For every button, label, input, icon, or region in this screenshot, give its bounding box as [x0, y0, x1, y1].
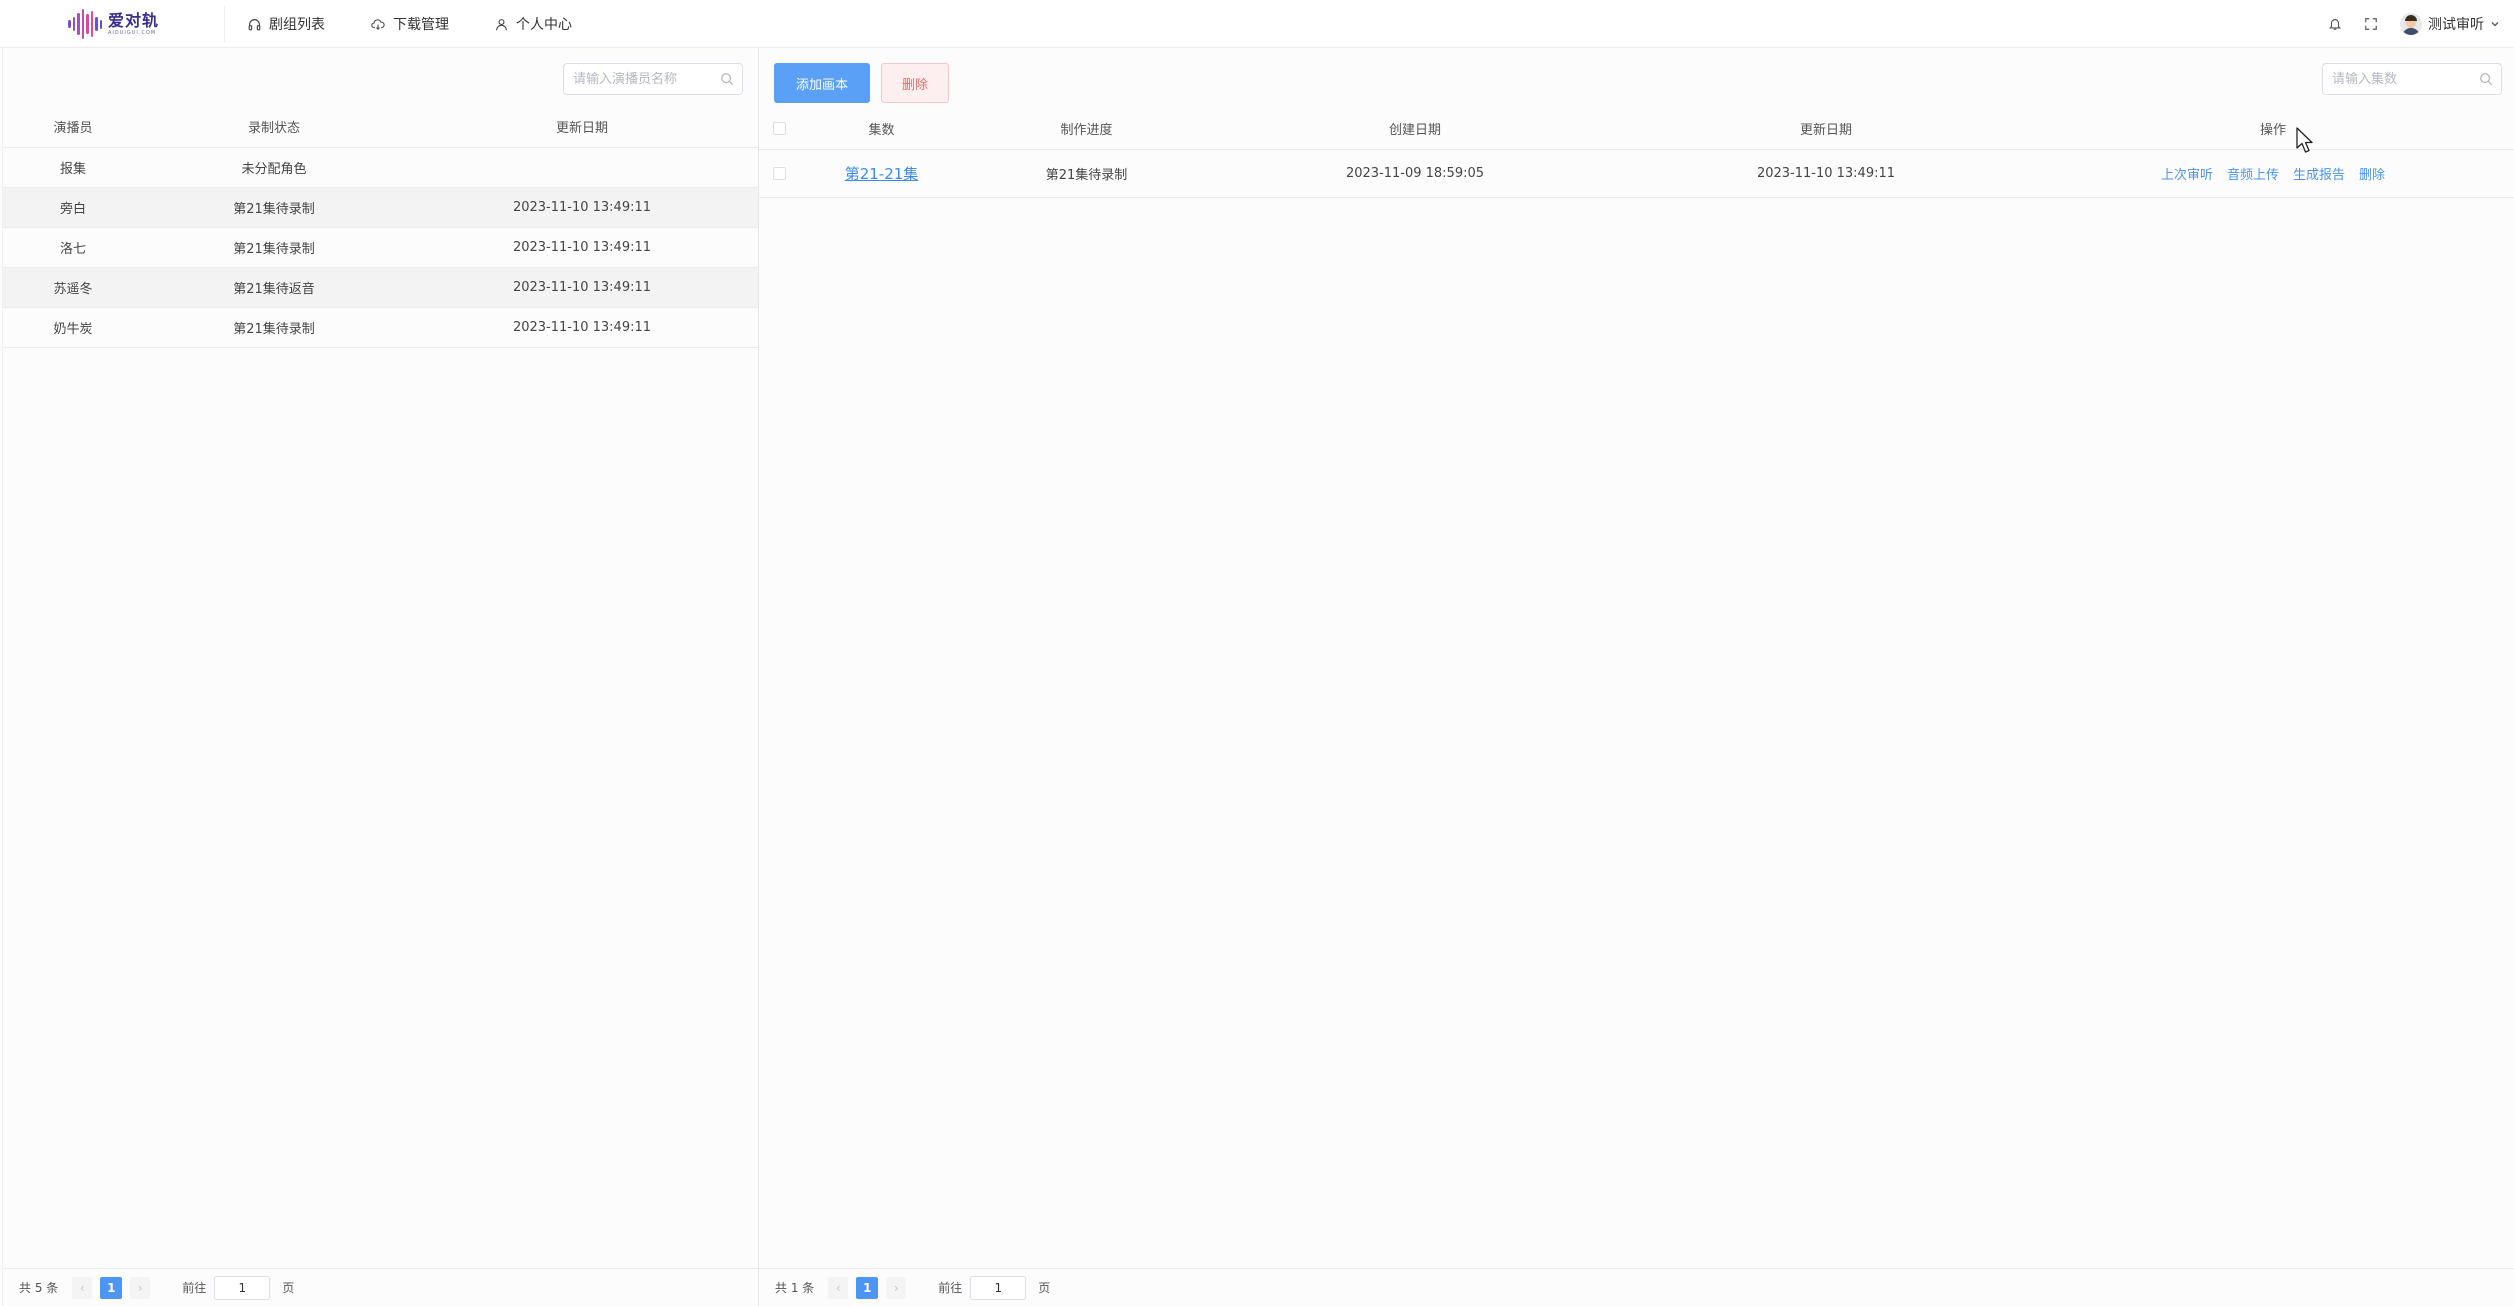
record-status: 第21集待录制 — [143, 227, 405, 268]
generate-report-link[interactable]: 生成报告 — [2293, 168, 2345, 183]
audio-upload-link[interactable]: 音频上传 — [2227, 168, 2279, 183]
logo-waveform-icon — [68, 6, 102, 42]
performer-name: 苏遥冬 — [3, 267, 143, 308]
pager-goto-label: 前往 — [182, 1281, 207, 1295]
updated-date: 2023-11-10 13:49:11 — [1621, 149, 2031, 198]
pager-total: 共 1 条 — [775, 1281, 815, 1295]
user-name: 测试审听 — [2428, 17, 2484, 33]
table-row[interactable]: 旁白 第21集待录制 2023-11-10 13:49:11 — [3, 187, 759, 228]
update-date: 2023-11-10 13:49:11 — [405, 307, 759, 348]
pager-page-unit: 页 — [282, 1281, 295, 1295]
pager-goto-input[interactable] — [970, 1275, 1027, 1300]
next-page-icon[interactable]: › — [130, 1276, 151, 1299]
prev-page-icon[interactable]: ‹ — [828, 1276, 849, 1299]
last-review-link[interactable]: 上次审听 — [2161, 168, 2213, 183]
top-header: 爱对轨 AIDUIGUI.COM 剧组列表 下载管理 个人中心 测试审听 — [0, 0, 2514, 48]
pager-goto-label: 前往 — [938, 1281, 963, 1295]
pager-page-current[interactable]: 1 — [856, 1276, 879, 1299]
prev-page-icon[interactable]: ‹ — [72, 1276, 93, 1299]
logo-name: 爱对轨 — [108, 10, 160, 30]
update-date: 2023-11-10 13:49:11 — [405, 187, 759, 228]
chevron-down-icon — [2491, 22, 2499, 27]
record-status: 第21集待返音 — [143, 267, 405, 308]
pager-goto-input[interactable] — [214, 1275, 271, 1300]
record-status: 第21集待录制 — [143, 187, 405, 228]
delete-button[interactable]: 删除 — [881, 63, 949, 103]
record-status: 第21集待录制 — [143, 307, 405, 348]
cloud-download-icon — [371, 18, 385, 30]
episode-link[interactable]: 第21-21集 — [845, 165, 919, 183]
mouse-cursor-icon — [2296, 127, 2313, 153]
update-date: 2023-11-10 13:49:11 — [405, 227, 759, 268]
logo-subtitle: AIDUIGUI.COM — [108, 29, 157, 36]
table-header-row: 演播员 录制状态 更新日期 — [3, 107, 759, 148]
select-all-checkbox[interactable] — [759, 108, 799, 150]
headphones-icon — [248, 18, 261, 30]
user-icon — [496, 18, 507, 30]
episode-table: 集数 制作进度 创建日期 更新日期 操作 第21-21集 第21集待录制 202… — [759, 108, 2514, 198]
performer-table: 演播员 录制状态 更新日期 报集 未分配角色 旁白 第21集待录制 2023-1… — [3, 107, 759, 348]
column-header[interactable]: 更新日期 — [405, 107, 759, 148]
table-row[interactable]: 第21-21集 第21集待录制 2023-11-09 18:59:05 2023… — [759, 149, 2514, 198]
column-header[interactable]: 更新日期 — [1621, 108, 2031, 150]
user-menu[interactable]: 测试审听 — [2400, 13, 2500, 35]
episode-panel: 添加画本 删除 集数 制作进度 创建日期 更新日期 操作 第21-21集 第21… — [758, 48, 2514, 1306]
row-actions: 上次审听 音频上传 生成报告 删除 — [2031, 149, 2514, 198]
performer-search-input[interactable] — [564, 64, 742, 94]
fullscreen-icon[interactable] — [2364, 17, 2378, 31]
row-checkbox[interactable] — [759, 149, 799, 198]
performer-name: 洛七 — [3, 227, 143, 268]
episode-pagination: 共 1 条 ‹ 1 › 前往 页 — [759, 1268, 2514, 1306]
pager-page-unit: 页 — [1038, 1281, 1051, 1295]
delete-row-link[interactable]: 删除 — [2359, 168, 2385, 183]
production-progress: 第21集待录制 — [964, 149, 1209, 198]
search-icon[interactable] — [2479, 72, 2493, 86]
bell-icon[interactable] — [2328, 17, 2342, 31]
created-date: 2023-11-09 18:59:05 — [1209, 149, 1621, 198]
record-status: 未分配角色 — [143, 147, 405, 188]
episode-search[interactable] — [2322, 63, 2502, 95]
table-row[interactable]: 报集 未分配角色 — [3, 147, 759, 188]
pager-total: 共 5 条 — [19, 1281, 59, 1295]
table-header-row: 集数 制作进度 创建日期 更新日期 操作 — [759, 108, 2514, 150]
update-date: 2023-11-10 13:49:11 — [405, 267, 759, 308]
update-date — [405, 147, 759, 188]
main-nav: 剧组列表 下载管理 个人中心 — [248, 0, 618, 48]
performer-name: 奶牛炭 — [3, 307, 143, 348]
episode-search-input[interactable] — [2323, 64, 2501, 94]
nav-label: 个人中心 — [516, 17, 572, 33]
column-header[interactable]: 录制状态 — [143, 107, 405, 148]
app-logo[interactable]: 爱对轨 AIDUIGUI.COM — [60, 6, 225, 42]
header-actions: 测试审听 — [2328, 0, 2500, 48]
table-row[interactable]: 苏遥冬 第21集待返音 2023-11-10 13:49:11 — [3, 267, 759, 308]
nav-item-download-manager[interactable]: 下载管理 — [371, 14, 449, 34]
search-icon[interactable] — [720, 72, 734, 86]
nav-item-crew-list[interactable]: 剧组列表 — [248, 14, 325, 34]
add-script-button[interactable]: 添加画本 — [774, 63, 870, 103]
column-header: 操作 — [2031, 108, 2514, 150]
performer-panel: 演播员 录制状态 更新日期 报集 未分配角色 旁白 第21集待录制 2023-1… — [2, 48, 759, 1306]
pager-page-current[interactable]: 1 — [100, 1276, 123, 1299]
table-row[interactable]: 洛七 第21集待录制 2023-11-10 13:49:11 — [3, 227, 759, 268]
performer-name: 旁白 — [3, 187, 143, 228]
performer-search[interactable] — [563, 63, 743, 95]
column-header[interactable]: 集数 — [799, 108, 964, 150]
performer-pagination: 共 5 条 ‹ 1 › 前往 页 — [3, 1268, 758, 1306]
next-page-icon[interactable]: › — [886, 1276, 907, 1299]
nav-item-personal-center[interactable]: 个人中心 — [495, 14, 572, 34]
column-header[interactable]: 制作进度 — [964, 108, 1209, 150]
column-header[interactable]: 演播员 — [3, 107, 143, 148]
column-header[interactable]: 创建日期 — [1209, 108, 1621, 150]
performer-name: 报集 — [3, 147, 143, 188]
avatar — [2400, 13, 2422, 35]
table-row[interactable]: 奶牛炭 第21集待录制 2023-11-10 13:49:11 — [3, 307, 759, 348]
nav-label: 剧组列表 — [269, 17, 325, 33]
nav-label: 下载管理 — [393, 17, 449, 33]
